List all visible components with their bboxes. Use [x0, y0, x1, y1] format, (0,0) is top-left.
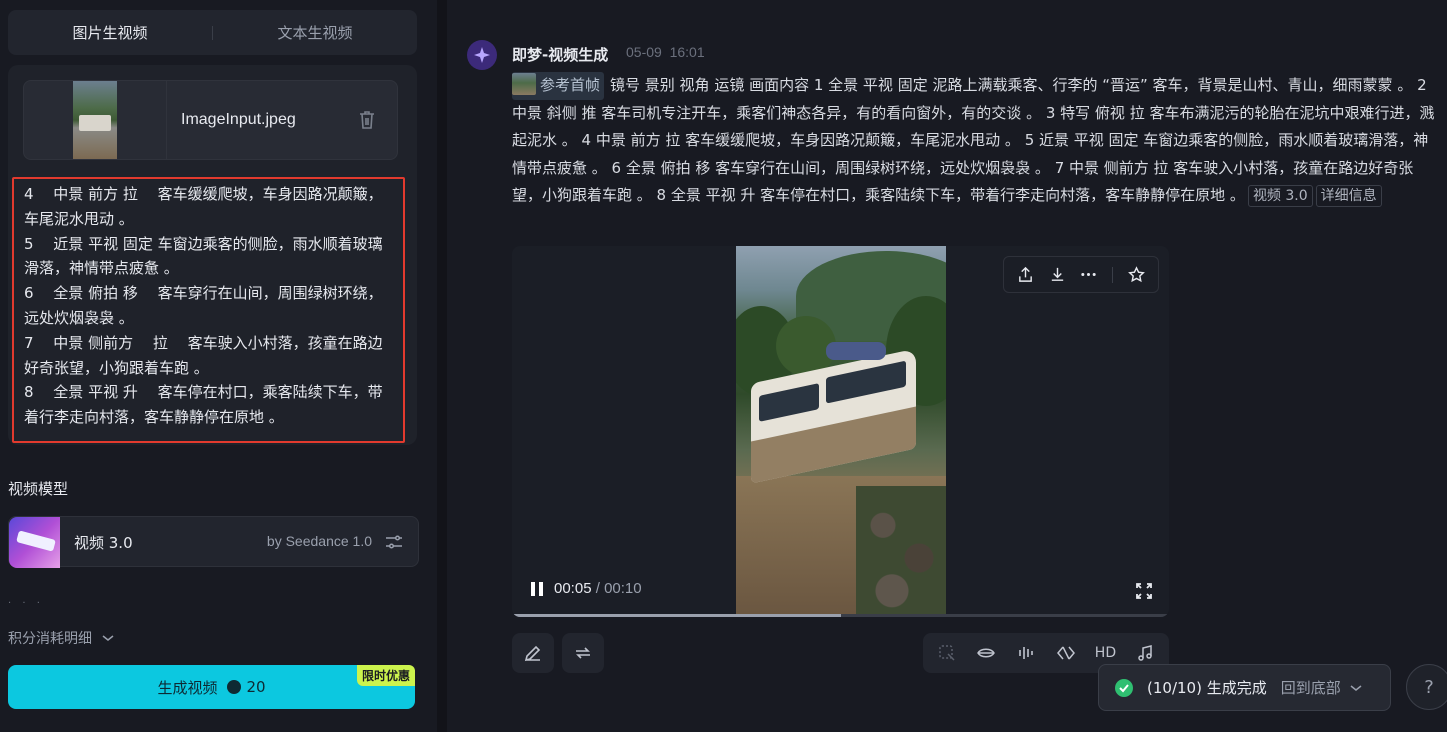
generate-label: 生成视频: [157, 678, 218, 697]
scroll-to-bottom-button[interactable]: 回到底部: [1281, 677, 1362, 698]
prompt-line: 4 中景 前方 拉 客车缓缓爬坡，车身因路况颠簸，车尾泥水甩动 。: [24, 185, 383, 228]
share-icon[interactable]: [1017, 266, 1034, 283]
video-model-label: 视频模型: [8, 480, 69, 498]
message-time: 16:01: [669, 44, 705, 60]
help-button[interactable]: ?: [1406, 664, 1447, 710]
video-frame: [736, 246, 946, 617]
generation-status: (10/10) 生成完成 回到底部: [1098, 664, 1391, 711]
hd-upscale-button[interactable]: HD: [1095, 643, 1116, 663]
bot-avatar: [467, 40, 497, 70]
total-time: 00:10: [604, 580, 642, 597]
regenerate-button[interactable]: [562, 633, 604, 673]
trash-icon[interactable]: [357, 109, 377, 131]
music-icon[interactable]: [1135, 643, 1155, 663]
progress-fill: [512, 614, 841, 617]
edit-button[interactable]: [512, 633, 554, 673]
mode-tabs: 图片生视频 文本生视频: [8, 10, 417, 55]
pencil-icon: [524, 645, 541, 662]
model-provider: by Seedance 1.0: [266, 533, 372, 549]
reference-label: 参考首帧: [540, 76, 601, 94]
chevron-down-icon: [1350, 685, 1361, 691]
video-toolbar: [1003, 256, 1159, 293]
tab-image-to-video[interactable]: 图片生视频: [8, 22, 212, 43]
frame-select-icon[interactable]: [937, 643, 957, 663]
model-name: 视频 3.0: [74, 534, 133, 552]
generate-video-button[interactable]: 生成视频 20 限时优惠: [8, 665, 415, 709]
image-upload[interactable]: ImageInput.jpeg: [23, 80, 398, 160]
settings-sliders-icon[interactable]: [384, 532, 404, 552]
credits-label: 积分消耗明细: [8, 631, 92, 647]
model-tag[interactable]: 视频 3.0: [1247, 185, 1313, 207]
download-icon[interactable]: [1049, 266, 1066, 283]
playback-controls: 00:05 / 00:10: [530, 580, 642, 597]
promo-badge: 限时优惠: [356, 665, 415, 686]
more-icon[interactable]: [1080, 266, 1097, 283]
check-circle-icon: [1115, 678, 1133, 697]
generate-cost: 20: [246, 678, 266, 696]
tab-text-to-video[interactable]: 文本生视频: [213, 22, 417, 43]
model-icon: [9, 517, 60, 568]
model-selector[interactable]: 视频 3.0 by Seedance 1.0: [8, 516, 419, 568]
time-separator: /: [595, 580, 600, 597]
message-date: 05-09: [626, 44, 662, 60]
cutoff-row: · · ·: [8, 598, 44, 609]
back-label: 回到底部: [1280, 679, 1341, 697]
fullscreen-icon[interactable]: [1135, 582, 1153, 600]
image-file-name: ImageInput.jpeg: [181, 111, 296, 128]
current-time: 00:05: [554, 580, 592, 597]
video-player[interactable]: 00:05 / 00:10: [512, 246, 1169, 617]
prompt-text[interactable]: 4 中景 前方 拉 客车缓缓爬坡，车身因路况颠簸，车尾泥水甩动 。 5 近景 平…: [12, 177, 405, 443]
message-timestamp: 05-09 16:01: [626, 44, 705, 60]
message-body: 参考首帧 镜号 景别 视角 运镜 画面内容 1 全景 平视 固定 泥路上满载乘客、…: [512, 72, 1437, 210]
prompt-line: 7 中景 侧前方 拉 客车驶入小村落，孩童在路边好奇张望，小狗跟着车跑 。: [24, 333, 383, 377]
refresh-icon: [576, 647, 590, 659]
credits-detail-toggle[interactable]: 积分消耗明细: [8, 628, 114, 648]
chevron-down-icon: [102, 635, 114, 641]
pause-icon[interactable]: [530, 581, 544, 596]
left-panel: 图片生视频 文本生视频 ImageInput.jpeg 4 中景 前方 拉 客车…: [0, 0, 437, 732]
frame-interpolation-icon[interactable]: [1056, 643, 1076, 663]
status-text: (10/10) 生成完成: [1147, 679, 1267, 697]
prompt-line: 8 全景 平视 升 客车停在村口，乘客陆续下车，带着行李走向村落，客车静静停在原…: [24, 383, 383, 427]
image-thumbnail: [24, 81, 167, 159]
audio-wave-icon[interactable]: [1016, 643, 1036, 663]
star-icon[interactable]: [1127, 266, 1145, 283]
video-progress[interactable]: [512, 614, 1169, 617]
reference-frame-chip[interactable]: 参考首帧: [512, 72, 605, 100]
prompt-line: 6 全景 俯拍 移 客车穿行在山间，周围绿树环绕，远处炊烟袅袅 。: [24, 284, 383, 327]
lip-sync-icon[interactable]: [976, 643, 996, 663]
reference-thumbnail: [512, 73, 536, 95]
message-title: 即梦-视频生成: [512, 46, 609, 64]
prompt-line: 5 近景 平视 固定 车窗边乘客的侧脸，雨水顺着玻璃滑落，神情带点疲惫 。: [24, 234, 383, 278]
credit-coin-icon: [227, 680, 242, 694]
sparkle-icon: [474, 47, 490, 63]
details-tag[interactable]: 详细信息: [1315, 185, 1382, 207]
